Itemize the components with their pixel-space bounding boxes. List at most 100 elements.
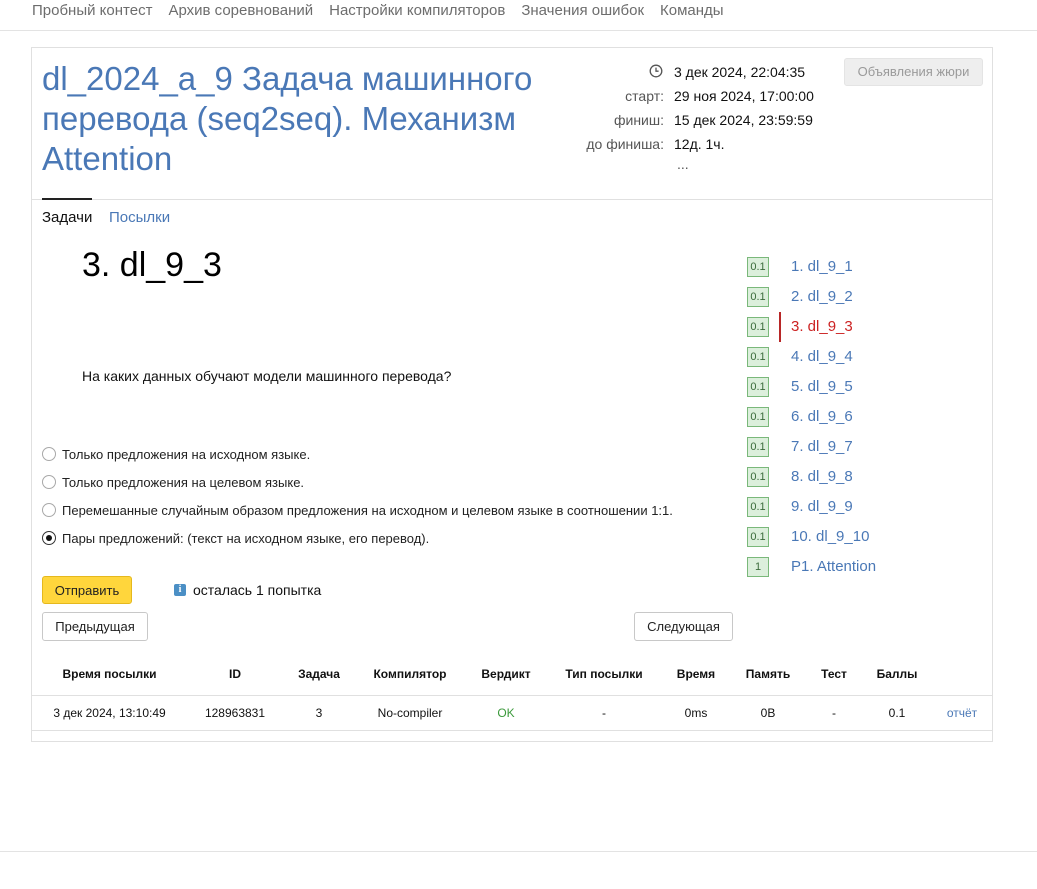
column-header-memory: Память [745,667,791,681]
score-badge: 0.1 [747,317,769,337]
problem-link[interactable]: 7. dl_9_7 [791,438,853,456]
answer-option-label: Только предложения на целевом языке. [62,474,305,490]
submit-button[interactable]: Отправить [42,576,132,604]
cell-memory: 0B [760,706,776,720]
problem-list-item[interactable]: 0.1 4. dl_9_4 [746,346,986,368]
score-badge: 0.1 [747,527,769,547]
problem-list-item[interactable]: 0.1 5. dl_9_5 [746,376,986,398]
remaining-value: 12д. 1ч. [674,136,725,152]
problem-list-item[interactable]: 0.1 1. dl_9_1 [746,256,986,278]
active-problem-indicator [779,312,781,342]
problem-title: 3. dl_9_3 [82,246,222,284]
answer-option-label: Только предложения на исходном языке. [62,446,311,462]
problem-list-item-active[interactable]: 0.1 3. dl_9_3 [746,312,986,342]
radio-button[interactable] [42,447,56,461]
problem-link[interactable]: 3. dl_9_3 [791,318,853,336]
current-time: 3 дек 2024, 22:04:35 [674,64,806,80]
jury-announcements-button[interactable]: Объявления жюри [844,58,983,86]
active-tab-indicator [42,198,92,200]
problem-link[interactable]: 5. dl_9_5 [791,378,853,396]
answer-option-4[interactable]: Пары предложений: (текст на исходном язы… [42,528,429,548]
answer-option-3[interactable]: Перемешанные случайным образом предложен… [42,500,673,520]
column-header-verdict: Вердикт [481,667,531,681]
tabs-divider [32,199,992,200]
score-badge: 0.1 [747,287,769,307]
cell-submission-type: - [602,706,606,720]
info-icon: i [174,584,186,596]
tab-tasks[interactable]: Задачи [42,209,92,227]
column-header-time: Время [676,667,716,681]
answer-option-label: Пары предложений: (текст на исходном язы… [62,530,430,546]
column-header-id: ID [229,667,241,681]
problem-list-item[interactable]: 0.1 6. dl_9_6 [746,406,986,428]
answer-option-1[interactable]: Только предложения на исходном языке. [42,444,310,464]
column-header-submit-time: Время посылки [62,667,157,681]
problem-link[interactable]: 10. dl_9_10 [791,528,869,546]
remaining-label: до финиша: [586,136,664,152]
problem-link[interactable]: 2. dl_9_2 [791,288,853,306]
cell-verdict: OK [497,706,515,720]
column-header-test: Тест [821,667,847,681]
finish-label: финиш: [613,112,664,128]
cell-time: 0ms [684,706,708,720]
footer-divider [0,851,1037,852]
answer-option-label: Перемешанные случайным образом предложен… [62,502,673,518]
start-value: 29 ноя 2024, 17:00:00 [674,88,814,104]
table-header-divider [32,695,992,696]
radio-button-selected[interactable] [42,531,56,545]
problem-link[interactable]: 4. dl_9_4 [791,348,853,366]
score-badge: 0.1 [747,497,769,517]
nav-compiler-settings[interactable]: Настройки компиляторов [329,0,505,22]
attempts-text: осталась 1 попытка [193,582,322,598]
next-problem-button[interactable]: Следующая [634,612,733,641]
score-badge: 0.1 [747,407,769,427]
radio-button[interactable] [42,475,56,489]
problem-link[interactable]: P1. Attention [791,558,876,576]
problem-list-item[interactable]: 0.1 7. dl_9_7 [746,436,986,458]
score-badge: 1 [747,557,769,577]
answer-option-2[interactable]: Только предложения на целевом языке. [42,472,304,492]
problem-list-item[interactable]: 0.1 2. dl_9_2 [746,286,986,308]
score-badge: 0.1 [747,437,769,457]
cell-id: 128963831 [204,706,266,720]
cell-score: 0.1 [888,706,906,720]
report-link[interactable]: отчёт [937,704,987,722]
cell-test: - [832,706,836,720]
score-badge: 0.1 [747,347,769,367]
problem-link[interactable]: 9. dl_9_9 [791,498,853,516]
previous-problem-button[interactable]: Предыдущая [42,612,148,641]
radio-button[interactable] [42,503,56,517]
problem-link[interactable]: 8. dl_9_8 [791,468,853,486]
table-bottom-divider [32,730,992,731]
problem-list-item[interactable]: 0.1 8. dl_9_8 [746,466,986,488]
nav-teams[interactable]: Команды [660,0,724,22]
column-header-problem: Задача [298,667,340,681]
cell-problem: 3 [315,706,323,720]
column-header-submission-type: Тип посылки [565,667,643,681]
column-header-compiler: Компилятор [373,667,447,681]
finish-value: 15 дек 2024, 23:59:59 [674,112,813,128]
problem-list-item[interactable]: 1 P1. Attention [746,556,986,578]
column-header-score: Баллы [876,667,918,681]
problem-list-item[interactable]: 0.1 9. dl_9_9 [746,496,986,518]
score-badge: 0.1 [747,467,769,487]
topnav-divider [0,30,1037,31]
problem-link[interactable]: 6. dl_9_6 [791,408,853,426]
problem-list-item[interactable]: 0.1 10. dl_9_10 [746,526,986,548]
clock-icon [649,64,663,78]
nav-competition-archive[interactable]: Архив соревнований [168,0,313,22]
attempts-remaining: i осталась 1 попытка [174,581,321,599]
top-navigation: Пробный контест Архив соревнований Настр… [32,0,724,22]
nav-trial-contest[interactable]: Пробный контест [32,0,152,22]
time-info-more[interactable]: ... [677,153,689,175]
problem-link[interactable]: 1. dl_9_1 [791,258,853,276]
cell-submit-time: 3 дек 2024, 13:10:49 [53,706,166,720]
contest-panel: dl_2024_a_9 Задача машинного перевода (s… [31,47,993,742]
nav-error-meanings[interactable]: Значения ошибок [521,0,644,22]
tab-submissions[interactable]: Посылки [109,209,170,227]
score-badge: 0.1 [747,257,769,277]
start-label: старт: [625,88,664,104]
problem-question: На каких данных обучают модели машинного… [82,368,452,384]
score-badge: 0.1 [747,377,769,397]
cell-compiler: No-compiler [377,706,443,720]
